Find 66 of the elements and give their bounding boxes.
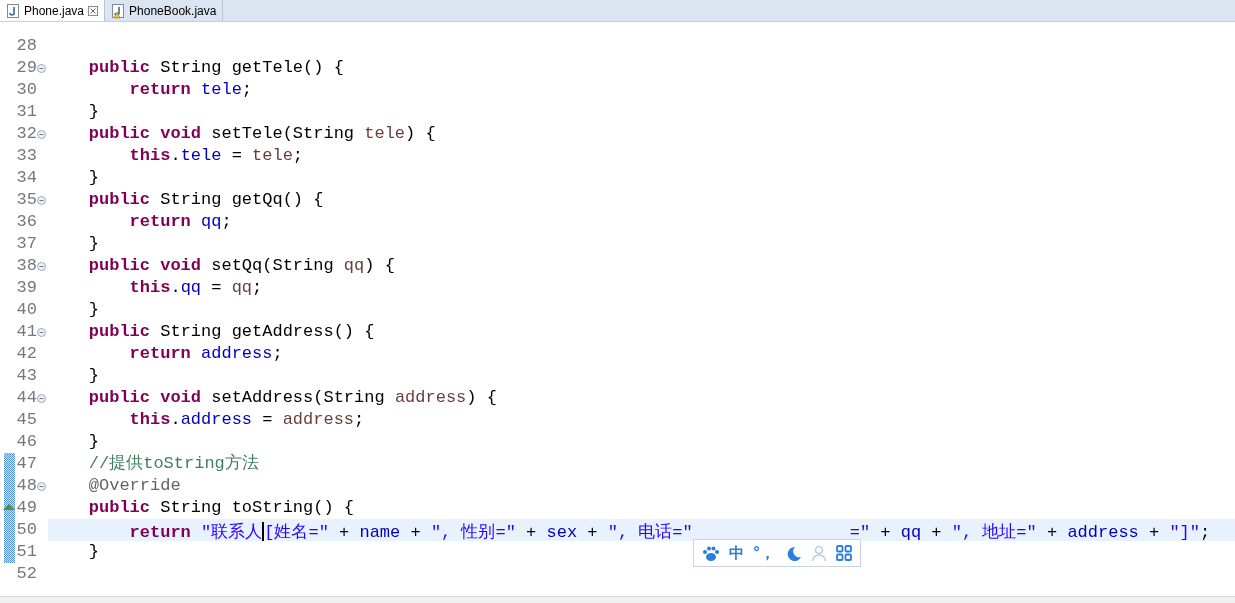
- line-number: 30: [15, 79, 37, 101]
- text-cursor: [262, 522, 265, 541]
- code-line: public void setTele(String tele) {: [87, 126, 436, 142]
- horizontal-scrollbar[interactable]: [0, 596, 1235, 603]
- collapse-icon[interactable]: [37, 328, 46, 337]
- line-number: 51: [15, 541, 37, 563]
- line-number: 31: [15, 101, 37, 123]
- code-line: this.tele = tele;: [128, 148, 304, 164]
- code-line: public String toString() {: [87, 500, 355, 516]
- editor-tab[interactable]: Phone.java: [0, 0, 106, 21]
- line-number: 52: [15, 563, 37, 585]
- code-line: public String getTele() {: [87, 60, 344, 76]
- line-number: 38: [15, 255, 37, 277]
- code-line: public String getQq() {: [87, 192, 324, 208]
- code-line: return qq;: [128, 214, 232, 230]
- collapse-icon[interactable]: [37, 482, 46, 491]
- line-number: 28: [15, 35, 37, 57]
- line-number: 46: [15, 431, 37, 453]
- line-number: 37: [15, 233, 37, 255]
- line-number: 47: [15, 453, 37, 475]
- code-line: }: [87, 434, 99, 450]
- line-number: 35: [15, 189, 37, 211]
- collapse-icon[interactable]: [37, 394, 46, 403]
- java-file-warning-icon: [111, 2, 126, 19]
- line-number: 40: [15, 299, 37, 321]
- close-icon[interactable]: [88, 5, 99, 16]
- line-number: 48: [15, 475, 37, 497]
- code-line: }: [87, 368, 99, 384]
- code-line: this.address = address;: [128, 412, 365, 428]
- code-line: return tele;: [128, 82, 253, 98]
- code-line: public String getAddress() {: [87, 324, 375, 340]
- collapse-icon[interactable]: [37, 262, 46, 271]
- grid-icon[interactable]: [836, 545, 853, 561]
- collapse-icon[interactable]: [37, 196, 46, 205]
- code-line: }: [87, 544, 99, 560]
- line-number: 49: [15, 497, 37, 519]
- paw-icon[interactable]: [701, 545, 720, 561]
- code-line: //提供toString方法: [87, 456, 259, 472]
- line-number: 29: [15, 57, 37, 79]
- line-number: 41: [15, 321, 37, 343]
- line-number: 43: [15, 365, 37, 387]
- code-line: @Override: [87, 478, 181, 494]
- line-number: 42: [15, 343, 37, 365]
- ime-mode-toggle[interactable]: 中: [728, 543, 744, 563]
- line-number: 34: [15, 167, 37, 189]
- line-number: 36: [15, 211, 37, 233]
- code-line: }: [87, 170, 99, 186]
- line-number: 32: [15, 123, 37, 145]
- collapse-icon[interactable]: [37, 64, 46, 73]
- code-line: }: [87, 302, 99, 318]
- line-number: 45: [15, 409, 37, 431]
- code-line: public void setQq(String qq) {: [87, 258, 395, 274]
- line-number: 44: [15, 387, 37, 409]
- code-line: }: [87, 104, 99, 120]
- collapse-icon[interactable]: [37, 130, 46, 139]
- code-line: this.qq = qq;: [128, 280, 263, 296]
- line-number: 39: [15, 277, 37, 299]
- code-line: public void setAddress(String address) {: [87, 390, 497, 406]
- editor-tab[interactable]: PhoneBook.java: [105, 0, 224, 21]
- line-number: 33: [15, 145, 37, 167]
- code-line: return "联系人[姓名=" + name + ", 性别=" + sex + ", 电话=" =" + qq + ", 地址=" + address + "]";: [128, 522, 1211, 538]
- code-line: return address;: [128, 346, 283, 362]
- java-file-icon: [6, 2, 20, 19]
- line-number: 50: [15, 519, 37, 541]
- ime-mode-toggle[interactable]: °，: [752, 543, 776, 563]
- code-line: }: [87, 236, 99, 252]
